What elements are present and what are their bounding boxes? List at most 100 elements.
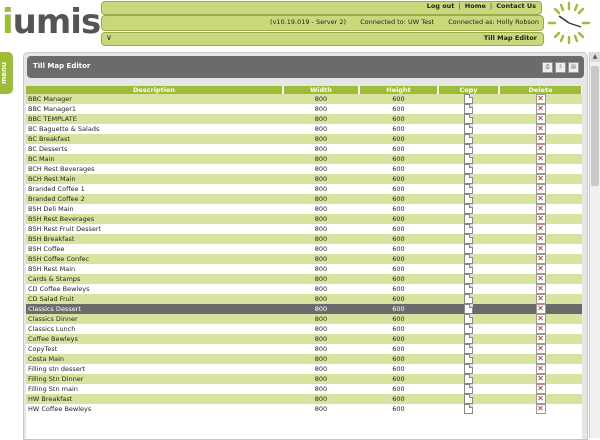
copy-icon[interactable]: [464, 144, 473, 154]
row-description[interactable]: BC Baguette & Salads: [26, 124, 283, 134]
row-description[interactable]: HW Breakfast: [26, 394, 283, 404]
copy-icon[interactable]: [464, 214, 473, 224]
row-description[interactable]: CopyTest: [26, 344, 283, 354]
copy-icon[interactable]: [464, 274, 473, 284]
copy-icon[interactable]: [464, 134, 473, 144]
table-row[interactable]: BBC Manager1 800 600 ✕: [26, 104, 582, 114]
delete-icon[interactable]: ✕: [535, 334, 546, 344]
copy-icon[interactable]: [464, 184, 473, 194]
copy-icon[interactable]: [464, 94, 473, 104]
delete-icon[interactable]: ✕: [535, 304, 546, 314]
row-description[interactable]: Filling Stn Dinner: [26, 374, 283, 384]
table-row[interactable]: Coffee Bewleys 800 600 ✕: [26, 334, 582, 344]
copy-icon[interactable]: [464, 324, 473, 334]
delete-icon[interactable]: ✕: [535, 264, 546, 274]
table-row[interactable]: HW Coffee Bewleys 800 600 ✕: [26, 404, 582, 414]
column-header-width[interactable]: Width: [283, 86, 360, 94]
delete-icon[interactable]: ✕: [535, 254, 546, 264]
table-row[interactable]: Classics Lunch 800 600 ✕: [26, 324, 582, 334]
row-description[interactable]: Coffee Bewleys: [26, 334, 283, 344]
delete-icon[interactable]: ✕: [535, 124, 546, 134]
table-row[interactable]: BSH Rest Beverages 800 600 ✕: [26, 214, 582, 224]
copy-icon[interactable]: [464, 264, 473, 274]
table-row[interactable]: Costa Main 800 600 ✕: [26, 354, 582, 364]
print-icon[interactable]: ⎙: [542, 62, 553, 73]
table-row[interactable]: BBC Manager 800 600 ✕: [26, 94, 582, 104]
copy-icon[interactable]: [464, 154, 473, 164]
table-row[interactable]: BCH Rest Beverages 800 600 ✕: [26, 164, 582, 174]
table-row[interactable]: Filling Stn main 800 600 ✕: [26, 384, 582, 394]
table-row[interactable]: BSH Rest Fruit Dessert 800 600 ✕: [26, 224, 582, 234]
delete-icon[interactable]: ✕: [535, 394, 546, 404]
row-description[interactable]: Classics Lunch: [26, 324, 283, 334]
scrollbar-thumb[interactable]: [591, 66, 599, 186]
row-description[interactable]: Branded Coffee 2: [26, 194, 283, 204]
table-row[interactable]: Branded Coffee 1 800 600 ✕: [26, 184, 582, 194]
row-description[interactable]: BBC TEMPLATE: [26, 114, 283, 124]
row-description[interactable]: Classics Dinner: [26, 314, 283, 324]
row-description[interactable]: BSH Coffee: [26, 244, 283, 254]
delete-icon[interactable]: ✕: [535, 374, 546, 384]
copy-icon[interactable]: [464, 114, 473, 124]
copy-icon[interactable]: [464, 164, 473, 174]
delete-icon[interactable]: ✕: [535, 194, 546, 204]
delete-icon[interactable]: ✕: [535, 154, 546, 164]
delete-icon[interactable]: ✕: [535, 114, 546, 124]
delete-icon[interactable]: ✕: [535, 244, 546, 254]
column-header-height[interactable]: Height: [359, 86, 439, 94]
table-row[interactable]: Classics Dessert 800 600 ✕: [26, 304, 582, 314]
row-description[interactable]: BC Desserts: [26, 144, 283, 154]
column-header-description[interactable]: Description: [26, 86, 284, 94]
delete-icon[interactable]: ✕: [535, 104, 546, 114]
copy-icon[interactable]: [464, 314, 473, 324]
delete-icon[interactable]: ✕: [535, 204, 546, 214]
delete-icon[interactable]: ✕: [535, 274, 546, 284]
copy-icon[interactable]: [464, 344, 473, 354]
table-row[interactable]: BSH Coffee 800 600 ✕: [26, 244, 582, 254]
copy-icon[interactable]: [464, 294, 473, 304]
row-description[interactable]: Filling stn dessert: [26, 364, 283, 374]
row-description[interactable]: BCH Rest Beverages: [26, 164, 283, 174]
delete-icon[interactable]: ✕: [535, 364, 546, 374]
menu-tab[interactable]: menu: [0, 52, 13, 94]
row-description[interactable]: BSH Breakfast: [26, 234, 283, 244]
copy-icon[interactable]: [464, 374, 473, 384]
copy-icon[interactable]: [464, 224, 473, 234]
row-description[interactable]: BC Main: [26, 154, 283, 164]
delete-icon[interactable]: ✕: [535, 294, 546, 304]
logout-link[interactable]: Log out: [425, 2, 457, 10]
row-description[interactable]: Cards & Stamps: [26, 274, 283, 284]
row-description[interactable]: BSH Coffee Confec: [26, 254, 283, 264]
home-link[interactable]: Home: [463, 2, 488, 10]
table-row[interactable]: Cards & Stamps 800 600 ✕: [26, 274, 582, 284]
delete-icon[interactable]: ✕: [535, 134, 546, 144]
contact-us-link[interactable]: Contact Us: [494, 2, 538, 10]
row-description[interactable]: Costa Main: [26, 354, 283, 364]
table-row[interactable]: BC Main 800 600 ✕: [26, 154, 582, 164]
copy-icon[interactable]: [464, 394, 473, 404]
copy-icon[interactable]: [464, 174, 473, 184]
copy-icon[interactable]: [464, 254, 473, 264]
delete-icon[interactable]: ✕: [535, 164, 546, 174]
table-row[interactable]: BBC TEMPLATE 800 600 ✕: [26, 114, 582, 124]
delete-icon[interactable]: ✕: [535, 354, 546, 364]
delete-icon[interactable]: ✕: [535, 324, 546, 334]
delete-icon[interactable]: ✕: [535, 94, 546, 104]
copy-icon[interactable]: [464, 104, 473, 114]
row-description[interactable]: BSH Rest Fruit Dessert: [26, 224, 283, 234]
row-description[interactable]: Classics Dessert: [26, 304, 283, 314]
vertical-scrollbar[interactable]: ▲: [589, 52, 600, 438]
delete-icon[interactable]: ✕: [535, 234, 546, 244]
table-row[interactable]: Filling stn dessert 800 600 ✕: [26, 364, 582, 374]
chevron-down-icon[interactable]: ∨: [106, 33, 112, 42]
table-row[interactable]: CD Coffee Bewleys 800 600 ✕: [26, 284, 582, 294]
delete-icon[interactable]: ✕: [535, 284, 546, 294]
delete-icon[interactable]: ✕: [535, 404, 546, 414]
table-row[interactable]: HW Breakfast 800 600 ✕: [26, 394, 582, 404]
copy-icon[interactable]: [464, 234, 473, 244]
table-row[interactable]: Branded Coffee 2 800 600 ✕: [26, 194, 582, 204]
row-description[interactable]: BBC Manager1: [26, 104, 283, 114]
table-row[interactable]: BSH Breakfast 800 600 ✕: [26, 234, 582, 244]
row-description[interactable]: CD Coffee Bewleys: [26, 284, 283, 294]
table-row[interactable]: BC Breakfast 800 600 ✕: [26, 134, 582, 144]
